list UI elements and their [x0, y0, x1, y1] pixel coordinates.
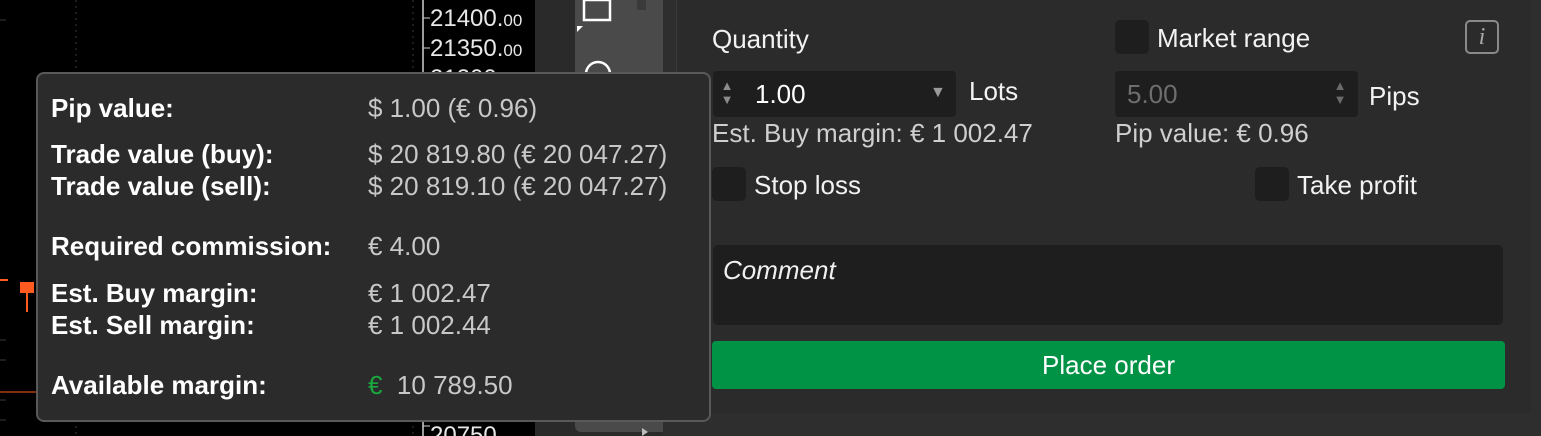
available-margin-amount: 10 789.50 — [396, 370, 513, 400]
trading-screen: 21400.00 21350.00 21300.00 20750 Quantit… — [0, 0, 1541, 436]
tooltip-label: Est. Sell margin: — [51, 310, 255, 340]
tooltip-value: $ 1.00 (€ 0.96) — [368, 93, 538, 123]
currency-symbol: € — [368, 370, 383, 400]
sidebar-scrollbar[interactable] — [636, 0, 648, 40]
comment-placeholder: Comment — [723, 255, 836, 285]
scroll-arrow-icon[interactable] — [640, 426, 652, 436]
pips-label: Pips — [1369, 81, 1420, 111]
comment-input[interactable]: Comment — [713, 245, 1503, 325]
tooltip-value: € 1 002.47 — [368, 278, 491, 308]
chevron-down-icon[interactable]: ▼ — [930, 84, 946, 102]
candle — [20, 282, 34, 293]
take-profit-label: Take profit — [1297, 170, 1417, 200]
rectangle-tool-icon[interactable] — [575, 0, 615, 36]
price-axis-label: 21350.00 — [430, 35, 523, 62]
tooltip-label: Pip value: — [51, 93, 174, 123]
quantity-stepper[interactable]: ▲ ▼ 1.00 ▼ — [713, 71, 956, 117]
est-buy-margin: Est. Buy margin: € 1 002.47 — [712, 118, 1033, 148]
quantity-input[interactable]: 1.00 — [755, 79, 806, 109]
pip-value-text: Pip value: € 0.96 — [1115, 118, 1309, 148]
tooltip-value: € 4.00 — [368, 231, 441, 261]
tooltip-value: € 1 002.44 — [368, 310, 491, 340]
available-margin-value: € 10 789.50 — [368, 370, 513, 400]
tooltip-label: Available margin: — [51, 370, 267, 400]
market-range-checkbox[interactable] — [1115, 20, 1149, 54]
tooltip-value: $ 20 819.80 (€ 20 047.27) — [368, 139, 668, 169]
tooltip-label: Trade value (sell): — [51, 171, 271, 201]
price-axis-label: 20750 — [430, 422, 497, 436]
stop-loss-checkbox[interactable] — [712, 167, 746, 201]
stepper-arrows-icon[interactable]: ▲ ▼ — [718, 79, 736, 107]
lots-label: Lots — [969, 76, 1019, 106]
stop-loss-label: Stop loss — [754, 170, 861, 200]
tooltip-label: Trade value (buy): — [51, 139, 274, 169]
quantity-label: Quantity — [712, 24, 809, 54]
market-range-label: Market range — [1157, 23, 1311, 53]
place-order-button[interactable]: Place order — [712, 341, 1505, 389]
info-icon[interactable]: i — [1465, 20, 1499, 54]
take-profit-checkbox[interactable] — [1255, 167, 1289, 201]
tooltip-label: Est. Buy margin: — [51, 278, 258, 308]
stepper-arrows-icon[interactable]: ▲ ▼ — [1331, 79, 1349, 107]
tooltip-label: Required commission: — [51, 231, 332, 261]
tooltip-value: $ 20 819.10 (€ 20 047.27) — [368, 171, 668, 201]
pips-input[interactable]: 5.00 — [1127, 79, 1178, 109]
pips-stepper[interactable]: 5.00 ▲ ▼ — [1115, 71, 1358, 117]
price-axis-label: 21400.00 — [430, 5, 523, 32]
